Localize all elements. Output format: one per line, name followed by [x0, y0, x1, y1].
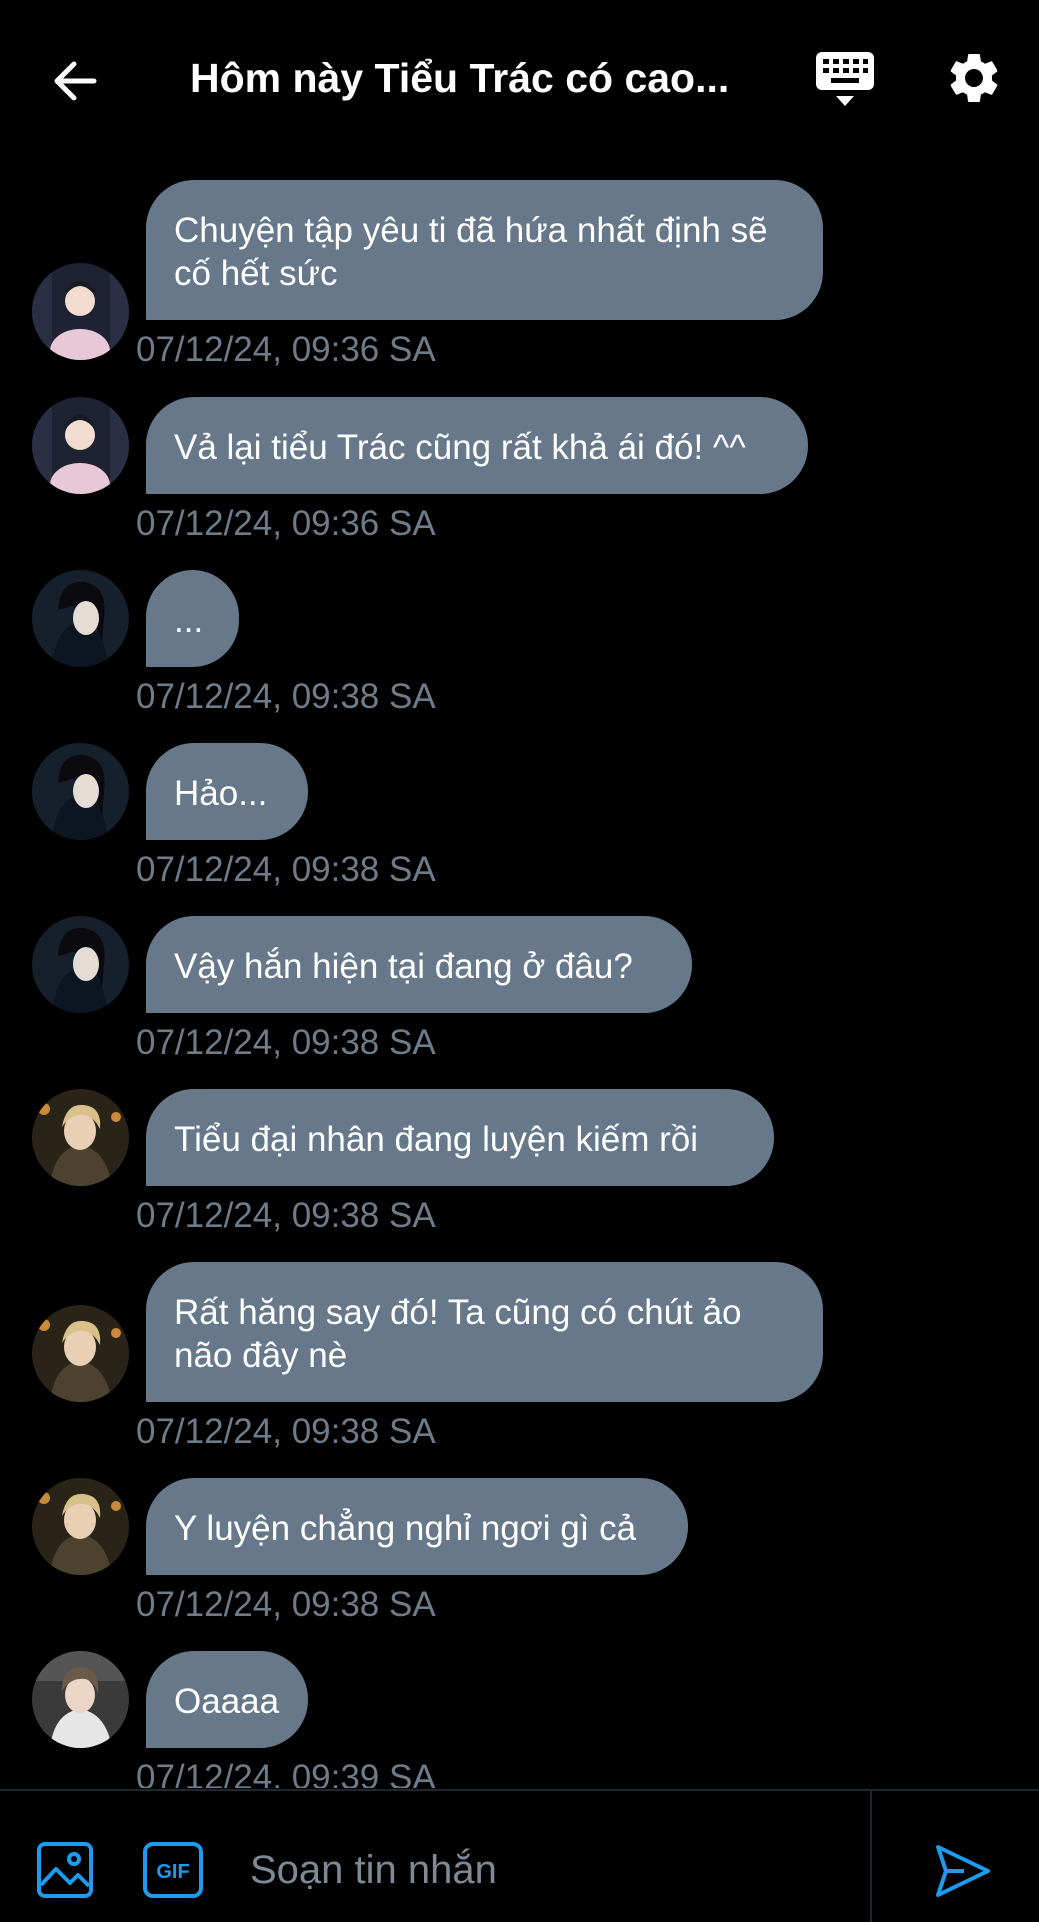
message-timestamp: 07/12/24, 09:36 SA — [136, 330, 436, 369]
message-text: Rất hăng say đó! Ta cũng có chút ảo não … — [174, 1293, 742, 1375]
arrow-left-icon[interactable] — [44, 48, 110, 114]
message-timestamp: 07/12/24, 09:39 SA — [136, 1758, 436, 1788]
avatar[interactable] — [32, 263, 129, 360]
message-bubble[interactable]: ... — [146, 570, 239, 667]
message-text: Tiểu đại nhân đang luyện kiếm rồi — [174, 1120, 699, 1159]
message-composer: GIF — [0, 1789, 1039, 1922]
conversation-title[interactable]: Hôm này Tiểu Trác có cao... — [190, 50, 760, 106]
message-bubble[interactable]: Vả lại tiểu Trác cũng rất khả ái đó! ^^ — [146, 397, 808, 494]
avatar[interactable] — [32, 570, 129, 667]
message-timestamp: 07/12/24, 09:38 SA — [136, 1585, 436, 1624]
message-text: Chuyện tập yêu ti đã hứa nhất định sẽ cố… — [174, 211, 768, 293]
gif-label: GIF — [156, 1861, 189, 1883]
gear-icon[interactable] — [944, 48, 1004, 108]
avatar[interactable] — [32, 1651, 129, 1748]
avatar[interactable] — [32, 1478, 129, 1575]
message-timestamp: 07/12/24, 09:38 SA — [136, 1412, 436, 1451]
gif-icon[interactable]: GIF — [142, 1841, 204, 1899]
avatar[interactable] — [32, 743, 129, 840]
message-text: Y luyện chẳng nghỉ ngơi gì cả — [174, 1509, 637, 1548]
message-bubble[interactable]: Chuyện tập yêu ti đã hứa nhất định sẽ cố… — [146, 180, 823, 320]
message-timestamp: 07/12/24, 09:38 SA — [136, 1196, 436, 1235]
avatar[interactable] — [32, 397, 129, 494]
message-bubble[interactable]: Vậy hắn hiện tại đang ở đâu? — [146, 916, 692, 1013]
message-bubble[interactable]: Oaaaa — [146, 1651, 308, 1748]
image-icon[interactable] — [36, 1841, 94, 1899]
message-bubble[interactable]: Y luyện chẳng nghỉ ngơi gì cả — [146, 1478, 688, 1575]
send-icon[interactable] — [934, 1843, 992, 1899]
avatar[interactable] — [32, 1305, 129, 1402]
composer-divider — [870, 1791, 872, 1922]
message-timestamp: 07/12/24, 09:36 SA — [136, 504, 436, 543]
chat-header: Hôm này Tiểu Trác có cao... — [0, 0, 1039, 152]
message-text: ... — [174, 601, 204, 640]
message-timestamp: 07/12/24, 09:38 SA — [136, 677, 436, 716]
message-text: Oaaaa — [174, 1682, 280, 1721]
keyboard-hide-icon[interactable] — [814, 50, 876, 110]
message-text: Vả lại tiểu Trác cũng rất khả ái đó! ^^ — [174, 428, 746, 467]
message-timestamp: 07/12/24, 09:38 SA — [136, 850, 436, 889]
message-bubble[interactable]: Rất hăng say đó! Ta cũng có chút ảo não … — [146, 1262, 823, 1402]
avatar[interactable] — [32, 916, 129, 1013]
message-text: Hảo... — [174, 774, 268, 813]
message-feed[interactable]: Chuyện tập yêu ti đã hứa nhất định sẽ cố… — [0, 140, 1039, 1788]
avatar[interactable] — [32, 1089, 129, 1186]
message-input[interactable] — [248, 1831, 852, 1909]
message-bubble[interactable]: Hảo... — [146, 743, 308, 840]
message-bubble[interactable]: Tiểu đại nhân đang luyện kiếm rồi — [146, 1089, 774, 1186]
message-text: Vậy hắn hiện tại đang ở đâu? — [174, 947, 633, 986]
message-timestamp: 07/12/24, 09:38 SA — [136, 1023, 436, 1062]
